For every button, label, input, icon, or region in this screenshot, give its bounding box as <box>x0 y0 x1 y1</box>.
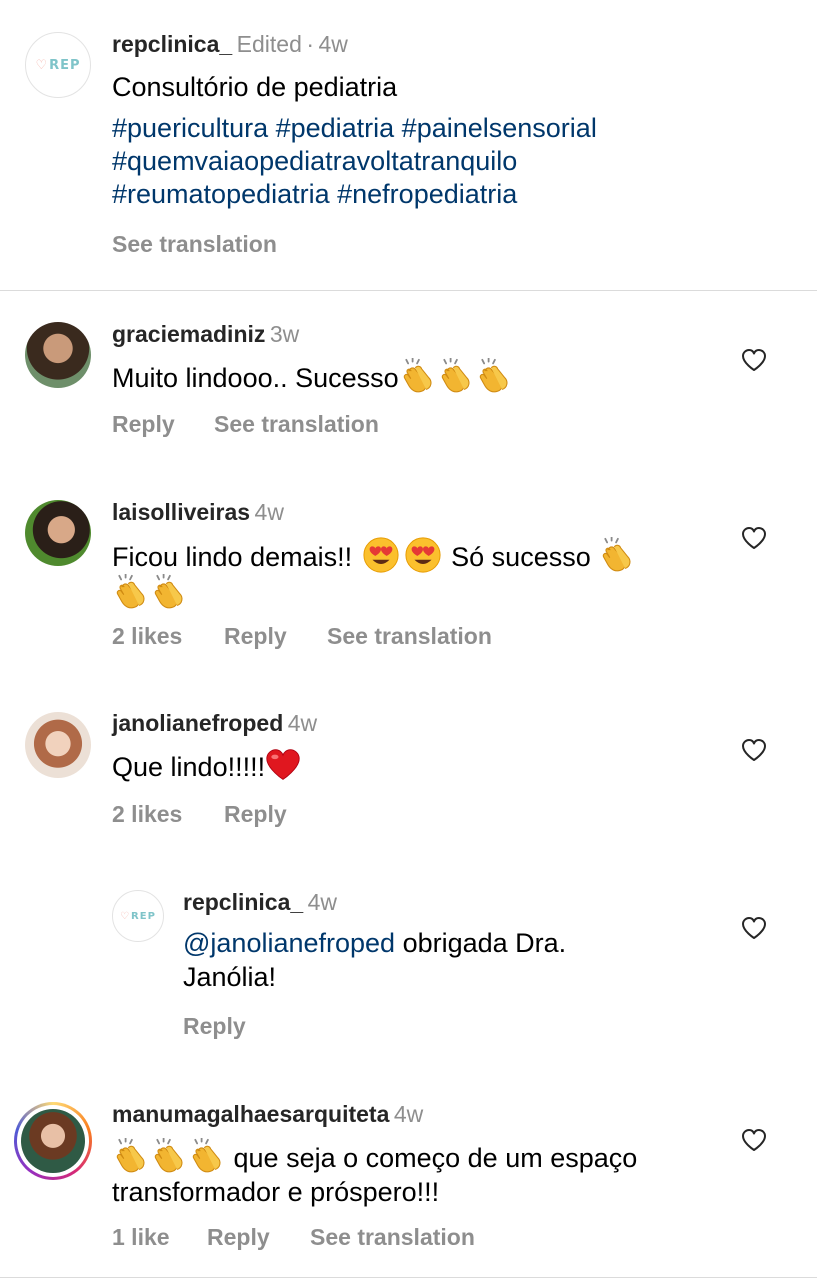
heart-eyes-icon <box>362 536 400 574</box>
clapping-hands-icon <box>599 537 635 573</box>
story-ring[interactable] <box>14 1102 92 1180</box>
avatar[interactable] <box>25 500 91 566</box>
hashtag-line[interactable]: #quemvaiaopediatravoltatranquilo <box>112 145 597 178</box>
caption-header: repclinica_ Edited · 4w <box>112 31 348 57</box>
reply-username[interactable]: repclinica_ <box>183 889 303 915</box>
reply-text: @janolianefroped obrigada Dra. Janólia! <box>183 928 567 992</box>
red-heart-icon <box>265 748 301 782</box>
comment-username[interactable]: janolianefroped <box>112 710 283 736</box>
comment-username[interactable]: laisolliveiras <box>112 499 250 525</box>
caption-text: Consultório de pediatria <box>112 72 398 102</box>
rep-logo: ♡REP <box>120 910 156 922</box>
likes-count[interactable]: 2 likes <box>112 801 182 828</box>
comment-header: manumagalhaesarquiteta 4w <box>112 1101 423 1128</box>
clapping-hands-icon <box>438 358 474 394</box>
bottom-divider <box>0 1277 817 1278</box>
edited-label: Edited <box>236 31 302 57</box>
comment-time: 4w <box>254 499 284 525</box>
caption-divider <box>0 290 817 291</box>
reply-button[interactable]: Reply <box>224 623 287 650</box>
clapping-hands-icon <box>400 358 436 394</box>
like-heart-icon[interactable] <box>741 526 767 550</box>
reply-button[interactable]: Reply <box>224 801 287 828</box>
likes-count[interactable]: 1 like <box>112 1224 170 1251</box>
reply-button[interactable]: Reply <box>112 411 175 438</box>
caption-time: 4w <box>318 31 348 57</box>
comment-time: 4w <box>287 710 318 736</box>
caption-avatar[interactable]: ♡REP <box>25 32 91 98</box>
heart-eyes-icon <box>404 536 442 574</box>
likes-count[interactable]: 2 likes <box>112 623 182 650</box>
comment-header: laisolliveiras 4w <box>112 499 284 526</box>
like-heart-icon[interactable] <box>741 916 767 940</box>
clapping-hands-icon <box>151 574 187 610</box>
reply-button[interactable]: Reply <box>183 1013 246 1040</box>
rep-logo: ♡REP <box>35 57 81 73</box>
see-translation-button[interactable]: See translation <box>310 1224 475 1251</box>
avatar[interactable] <box>25 322 91 388</box>
comment-username[interactable]: graciemadiniz <box>112 321 265 347</box>
avatar <box>21 1109 85 1173</box>
comment-header: janolianefroped 4w <box>112 710 317 737</box>
comment-text: Muito lindooo.. Sucesso <box>112 358 513 395</box>
clapping-hands-icon <box>476 358 512 394</box>
caption-hashtags: #puericultura #pediatria #painelsensoria… <box>112 112 597 211</box>
hashtag-line[interactable]: #puericultura #pediatria #painelsensoria… <box>112 112 597 145</box>
like-heart-icon[interactable] <box>741 738 767 762</box>
reply-time: 4w <box>307 889 338 915</box>
comment-text: Que lindo!!!!! <box>112 748 301 784</box>
like-heart-icon[interactable] <box>741 1128 767 1152</box>
clapping-hands-icon <box>189 1138 225 1174</box>
avatar[interactable] <box>25 712 91 778</box>
comment-time: 3w <box>269 321 300 347</box>
see-translation-button[interactable]: See translation <box>327 623 492 650</box>
mention-link[interactable]: @janolianefroped <box>183 928 395 958</box>
reply-header: repclinica_ 4w <box>183 889 337 916</box>
see-translation-button[interactable]: See translation <box>214 411 379 438</box>
clapping-hands-icon <box>151 1138 187 1174</box>
comment-username[interactable]: manumagalhaesarquiteta <box>112 1101 389 1127</box>
reply-avatar[interactable]: ♡REP <box>112 890 164 942</box>
clapping-hands-icon <box>113 574 149 610</box>
hashtag-line[interactable]: #reumatopediatria #nefropediatria <box>112 178 597 211</box>
clapping-hands-icon <box>113 1138 149 1174</box>
caption-see-translation[interactable]: See translation <box>112 231 277 258</box>
comment-header: graciemadiniz 3w <box>112 321 299 348</box>
comment-time: 4w <box>393 1101 424 1127</box>
like-heart-icon[interactable] <box>741 348 767 372</box>
comment-text: que seja o começo de um espaço transform… <box>112 1138 722 1209</box>
comment-text: Ficou lindo demais!! Só sucesso <box>112 536 702 611</box>
caption-username[interactable]: repclinica_ <box>112 31 232 57</box>
reply-button[interactable]: Reply <box>207 1224 270 1251</box>
